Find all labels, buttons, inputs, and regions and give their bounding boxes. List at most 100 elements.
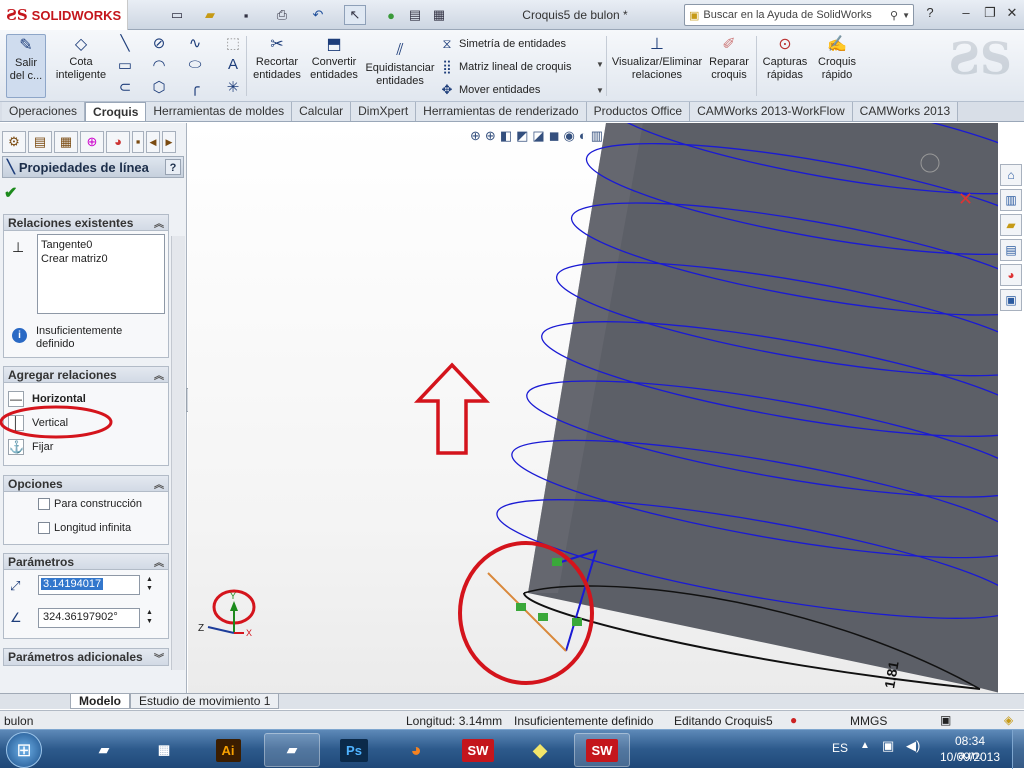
volume-icon[interactable]: ◀) <box>906 738 920 754</box>
grid-tool-icon[interactable]: ⬚ <box>224 34 242 52</box>
rectangle-tool-icon[interactable]: ▭ <box>116 56 134 74</box>
trim-entities-button[interactable]: ✂ Recortar entidades <box>250 34 304 82</box>
section-view-icon[interactable]: ◩ <box>516 128 528 148</box>
graphics-area[interactable]: Z X Y 1.81 ✕ <box>188 123 998 693</box>
model-canvas[interactable]: Z X Y 1.81 ✕ <box>188 123 998 693</box>
help-icon[interactable]: ? <box>920 5 940 23</box>
taskbar-file-icon[interactable]: ▰ <box>76 733 132 767</box>
taskbar-explorer-icon[interactable]: ▰ <box>264 733 320 767</box>
parameters-header[interactable]: Parámetros ︽ <box>4 554 168 570</box>
home-icon[interactable]: ⌂ <box>1000 164 1022 186</box>
convert-entities-button[interactable]: ⬒ Convertir entidades <box>306 34 362 82</box>
search-icon[interactable]: ⚲ <box>886 9 902 22</box>
collapse-chevron-icon[interactable]: ︽ <box>154 367 164 382</box>
point-tool-icon[interactable]: ✳ <box>224 78 242 96</box>
tab-croquis[interactable]: Croquis <box>85 102 147 121</box>
tab-motion-study[interactable]: Estudio de movimiento 1 <box>130 694 280 709</box>
show-hidden-icons-icon[interactable]: ▲ <box>860 740 870 751</box>
network-icon[interactable]: ▣ <box>882 738 894 754</box>
close-icon[interactable]: ✕ <box>1002 5 1022 23</box>
existing-relations-header[interactable]: Relaciones existentes ︽ <box>4 215 168 231</box>
tab-camworks[interactable]: CAMWorks 2013 <box>852 102 959 121</box>
minimize-icon[interactable]: – <box>956 5 976 23</box>
undo-icon[interactable]: ↶ <box>308 5 328 25</box>
taskbar-photoshop-icon[interactable]: Ps <box>326 733 382 767</box>
edit-appearance-icon[interactable]: ◐ <box>579 128 587 148</box>
custom-properties-icon[interactable]: ▣ <box>1000 289 1022 311</box>
design-library-icon[interactable]: ▥ <box>1000 189 1022 211</box>
move-entities-button[interactable]: ✥ Mover entidades <box>440 82 541 98</box>
property-manager-icon[interactable]: ▤ <box>28 131 52 153</box>
chevron-left-icon[interactable]: ◀ <box>146 131 160 153</box>
collapse-chevron-icon[interactable]: ︽ <box>154 554 164 569</box>
quick-tips-icon[interactable]: ▣ <box>940 713 951 727</box>
zoom-to-fit-icon[interactable]: ⊕ <box>470 128 481 148</box>
zoom-area-icon[interactable]: ⊕ <box>485 128 496 148</box>
chevron-down-icon[interactable]: ▼ <box>596 60 604 69</box>
tab-productos-office[interactable]: Productos Office <box>586 102 691 121</box>
display-style-icon[interactable]: ◼ <box>549 128 560 148</box>
panel-scrollbar[interactable] <box>171 236 185 670</box>
mirror-entities-button[interactable]: ⧖ Simetría de entidades <box>440 36 566 52</box>
smart-dimension-button[interactable]: ◇ Cota inteligente <box>52 34 110 82</box>
polygon-tool-icon[interactable]: ⬡ <box>150 78 168 96</box>
taskbar-solidworks-icon[interactable]: SW <box>450 733 506 767</box>
hide-show-icon[interactable]: ◉ <box>564 128 575 148</box>
length-input[interactable]: 3.14194017 <box>38 575 140 595</box>
configuration-manager-icon[interactable]: ▦ <box>54 131 78 153</box>
solidworks-logo[interactable]: ƧS SOLIDWORKS <box>0 0 128 30</box>
new-document-icon[interactable]: ▭ <box>168 5 186 25</box>
display-relations-button[interactable]: ⊥ Visualizar/Eliminar relaciones <box>612 34 702 82</box>
taskbar-calculator-icon[interactable]: ▦ <box>136 733 192 767</box>
additional-parameters-header[interactable]: Parámetros adicionales ︾ <box>4 649 168 665</box>
offset-entities-button[interactable]: ⫽ Equidistanciar entidades <box>364 40 436 88</box>
options-header[interactable]: Opciones ︽ <box>4 476 168 492</box>
circle-tool-icon[interactable]: ⊘ <box>150 34 168 52</box>
list-item[interactable]: Tangente0 <box>41 238 161 252</box>
help-button[interactable]: ? <box>165 159 181 175</box>
file-properties-icon[interactable]: ▤ <box>406 5 424 25</box>
taskbar-sticky-notes-icon[interactable]: ◆ <box>512 733 568 767</box>
save-icon[interactable]: ▪ <box>236 5 256 25</box>
open-folder-icon[interactable]: ▰ <box>200 5 220 25</box>
ellipse-tool-icon[interactable]: ⬭ <box>186 56 204 73</box>
angle-spinner-icon[interactable]: ▲ ▼ <box>146 608 153 626</box>
status-units[interactable]: MMGS <box>850 714 887 728</box>
ok-check-icon[interactable]: ✔ <box>4 183 17 203</box>
angle-input[interactable]: 324.36197902° <box>38 608 140 628</box>
infinite-length-checkbox[interactable] <box>38 522 50 534</box>
rebuild-indicator-icon[interactable]: ● <box>790 713 797 727</box>
fillet-tool-icon[interactable]: ╭ <box>186 78 204 96</box>
select-arrow-icon[interactable]: ↖ <box>344 5 366 25</box>
slot-tool-icon[interactable]: ⊂ <box>116 78 134 96</box>
repair-sketch-button[interactable]: ✐ Reparar croquis <box>704 34 754 82</box>
language-indicator[interactable]: ES <box>832 741 848 755</box>
length-spinner-icon[interactable]: ▲ ▼ <box>146 575 153 593</box>
rapid-sketch-button[interactable]: ✍ Croquis rápido <box>814 34 860 82</box>
text-tool-icon[interactable]: A <box>224 56 242 73</box>
tab-renderizado[interactable]: Herramientas de renderizado <box>416 102 587 121</box>
existing-relations-list[interactable]: Tangente0 Crear matriz0 <box>37 234 165 314</box>
tag-icon[interactable]: ◈ <box>1004 713 1013 727</box>
chevron-right-icon[interactable]: ▶ <box>162 131 176 153</box>
scene-icon[interactable]: ▥ <box>591 128 603 148</box>
start-button-icon[interactable]: ⊞ <box>6 732 42 768</box>
more-tabs-icon[interactable]: ▪ <box>132 131 144 153</box>
tab-operaciones[interactable]: Operaciones <box>2 102 86 121</box>
chevron-down-icon[interactable]: ▼ <box>902 11 913 20</box>
previous-view-icon[interactable]: ◧ <box>500 128 512 148</box>
expand-chevron-icon[interactable]: ︾ <box>154 650 164 665</box>
restore-icon[interactable]: ❐ <box>980 5 1000 23</box>
additional-parameters-group[interactable]: Parámetros adicionales ︾ <box>3 648 169 666</box>
line-tool-icon[interactable]: ╲ <box>116 34 134 52</box>
clock-date[interactable]: 10/09/2013 <box>938 750 1002 764</box>
tab-dimxpert[interactable]: DimXpert <box>351 102 417 121</box>
tab-calcular[interactable]: Calcular <box>292 102 352 121</box>
file-explorer-icon[interactable]: ▰ <box>1000 214 1022 236</box>
feature-manager-icon[interactable]: ⚙ <box>2 131 26 153</box>
taskbar-solidworks-active-icon[interactable]: SW <box>574 733 630 767</box>
linear-pattern-button[interactable]: ⣿ Matriz lineal de croquis <box>440 59 571 75</box>
options-icon[interactable]: ▦ <box>430 5 448 25</box>
view-orientation-icon[interactable]: ◪ <box>532 128 544 148</box>
rebuild-traffic-light-icon[interactable]: ● <box>384 5 398 25</box>
